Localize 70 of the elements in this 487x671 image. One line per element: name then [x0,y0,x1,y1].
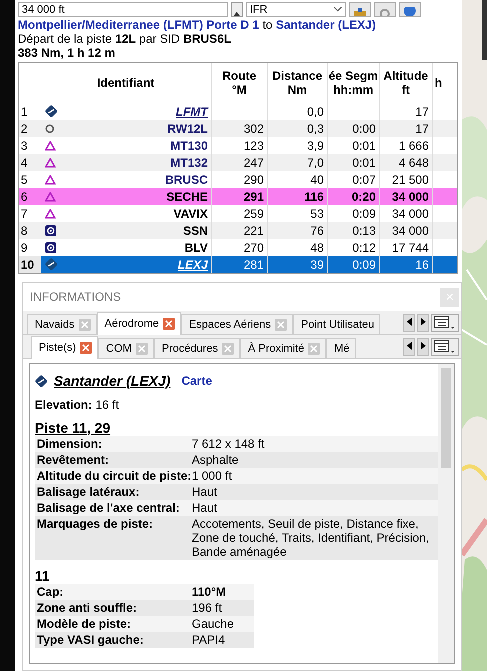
detail-label: Balisage latéraux: [37,485,141,499]
airport-name: Santander (LEXJ) [54,373,171,389]
flight-plan-row[interactable]: 4 MT132 247 7,0 0:01 4 648 [19,154,457,171]
tab[interactable]: Procédures [154,338,240,358]
tab[interactable]: Aérodrome [96,312,182,335]
detail-value: 110°M [192,585,228,599]
detail-value: Accotements, Seuil de piste, Distance fixe, Zone de touché, Traits, Identifiant, Précision, Bande aménagée [192,517,430,559]
detail-label: Cap: [37,585,65,599]
detail-value: Gauche [192,617,236,631]
table-cell: MT130 [170,138,208,152]
tab[interactable]: Navaids [27,314,97,334]
table-cell: 16 [379,256,432,273]
table-cell: RW12L [168,122,208,136]
section-title: 11 [35,568,51,584]
table-cell: LFMT [176,104,208,118]
detail-value: Haut [192,485,218,499]
table-cell: 0:09 [327,256,379,273]
detail-value: Asphalte [192,453,240,467]
tab[interactable]: Mé [326,338,356,358]
row-number: 3 [20,138,29,154]
detail-value: Haut [192,501,218,515]
detail-label: Type VASI gauche: [37,633,145,647]
tab[interactable]: COM [98,338,154,358]
route-summary: 383 Nm, 1 h 12 m [18,46,116,60]
tab[interactable]: À Proximité [240,338,326,358]
elevation-text: Elevation: 16 ft [35,398,120,412]
section-title: Piste 11, 29 [35,420,112,436]
detail-label: Revêtement: [37,453,110,467]
table-cell: 281 [211,256,267,273]
row-number: 7 [20,206,29,222]
detail-label: Balisage de l'axe central: [37,501,181,515]
table-cell: BLV [184,240,208,254]
detail-value: PAPI4 [192,633,226,647]
detail-value: 1 000 ft [192,469,234,483]
table-cell: SSN [183,224,208,238]
route-title: Montpellier/Mediterranee (LFMT) Porte D 1 to Santander (LEXJ) [18,18,378,32]
detail-label: Marquages de piste: [37,517,154,533]
table-cell: BRUSC [165,172,208,186]
tab[interactable]: Espaces Aériens [181,314,294,334]
table-cell: MT132 [170,156,208,170]
row-number: 2 [20,120,29,137]
table-cell: 39 [267,256,327,273]
tab[interactable]: Piste(s) [31,336,98,359]
detail-label: Dimension: [37,437,104,451]
row-number: 5 [20,172,29,188]
tab[interactable]: Point Utilisateu [293,314,380,334]
row-number: 10 [19,256,41,273]
row-number: 6 [20,188,29,205]
row-number: 1 [20,104,29,120]
table-cell: LEXJ [178,258,208,272]
row-number: 4 [20,154,29,171]
altitude-field[interactable]: 34 000 ft [18,2,228,17]
row-number: 8 [20,222,29,239]
table-cell: VAVIX [174,206,208,220]
detail-label: Altitude du circuit de piste: [37,469,192,483]
table-cell: SECHE [166,190,208,204]
flight-plan-row[interactable]: 8 SSN 221 76 0:13 34 000 [19,222,457,239]
detail-label: Modèle de piste: [37,617,132,631]
detail-label: Zone anti souffle: [37,601,138,615]
flight-plan-row[interactable]: 6 SECHE 291 116 0:20 34 000 [19,188,457,205]
map-link[interactable]: Carte [182,374,212,388]
detail-value: 7 612 x 148 ft [192,437,266,451]
column-header[interactable]: Identifiant [41,63,211,103]
flight-rules-select[interactable]: IFR [246,2,346,17]
flight-plan-row[interactable]: 10 LEXJ 281 39 0:09 16 [19,256,457,273]
row-number: 9 [20,240,29,256]
panel-title: INFORMATIONS [30,290,122,304]
departure-text: Départ de la piste 12L par SID BRUS6L [18,32,232,46]
detail-value: 196 ft [192,601,224,615]
flight-plan-row[interactable]: 2 RW12L 302 0,3 0:00 17 [19,120,457,137]
